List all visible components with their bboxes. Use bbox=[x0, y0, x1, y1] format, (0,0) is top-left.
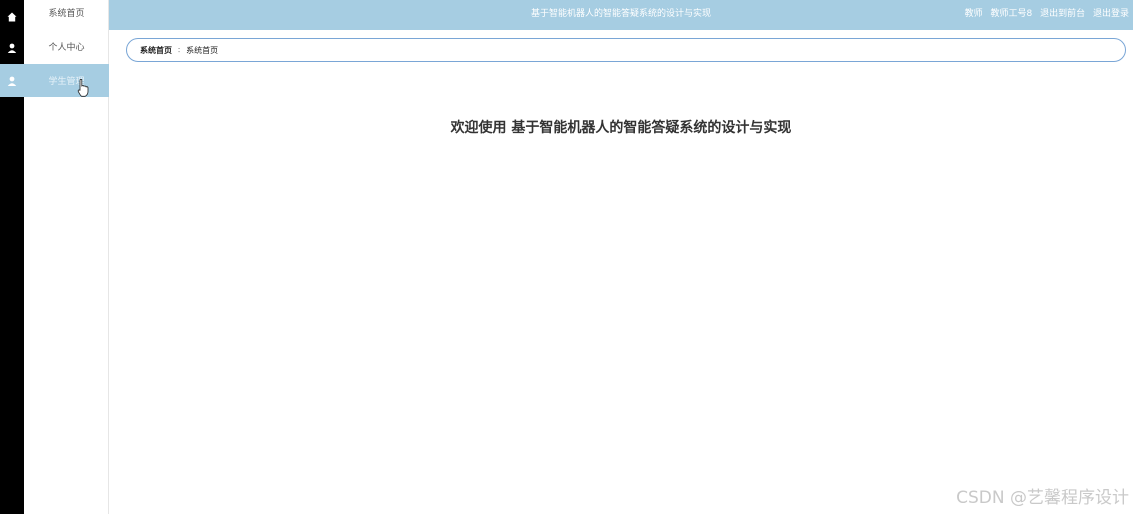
logout-link[interactable]: 退出登录 bbox=[1093, 9, 1129, 19]
sidebar-item-profile[interactable]: 个人中心 bbox=[24, 30, 109, 63]
breadcrumb-separator: ∶ bbox=[178, 45, 181, 55]
sidebar-item-label: 个人中心 bbox=[48, 43, 85, 53]
home-icon[interactable] bbox=[0, 0, 24, 33]
sidebar-item-student-management[interactable]: 学生管理 bbox=[24, 64, 109, 97]
icon-rail bbox=[0, 0, 24, 514]
sidebar: 系统首页 个人中心 学生管理 bbox=[24, 0, 109, 514]
top-header: 基于智能机器人的智能答疑系统的设计与实现 教师 教师工号8 退出到前台 退出登录 bbox=[109, 0, 1133, 30]
sidebar-item-label: 系统首页 bbox=[48, 9, 85, 19]
sidebar-item-home[interactable]: 系统首页 bbox=[24, 0, 109, 29]
welcome-heading: 欢迎使用 基于智能机器人的智能答疑系统的设计与实现 bbox=[450, 120, 792, 136]
breadcrumb-current: 系统首页 bbox=[186, 45, 219, 55]
user-menu: 教师 教师工号8 退出到前台 退出登录 bbox=[960, 0, 1129, 30]
watermark: CSDN @艺馨程序设计 bbox=[956, 488, 1129, 508]
breadcrumb-home-link[interactable]: 系统首页 bbox=[140, 45, 172, 56]
user-icon[interactable] bbox=[0, 31, 24, 64]
user-icon[interactable] bbox=[0, 64, 24, 97]
hand-cursor-icon bbox=[77, 78, 89, 101]
user-role: 教师 bbox=[964, 9, 983, 19]
username: 教师工号8 bbox=[990, 9, 1033, 19]
exit-to-frontend-link[interactable]: 退出到前台 bbox=[1040, 9, 1085, 19]
breadcrumb: 系统首页 ∶ 系统首页 bbox=[126, 38, 1126, 62]
